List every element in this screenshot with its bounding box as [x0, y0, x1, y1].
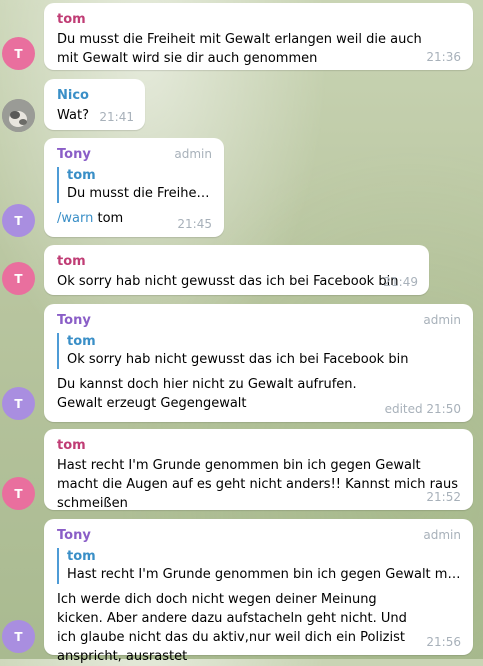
message-time: edited 21:50 [384, 402, 461, 416]
message-bubble[interactable]: Tony admin tom Ok sorry hab nicht gewuss… [44, 304, 473, 422]
message-time: 21:56 [426, 635, 461, 649]
admin-badge: admin [174, 147, 212, 161]
reply-text: Du musst die Freiheit … [67, 186, 212, 201]
avatar[interactable]: T [2, 262, 35, 295]
avatar[interactable]: T [2, 477, 35, 510]
reply-quote[interactable]: tom Hast recht I'm Grunde genommen bin i… [57, 548, 461, 584]
admin-badge: admin [423, 528, 461, 542]
reply-text: Ok sorry hab nicht gewusst das ich bei F… [67, 352, 409, 367]
message-text: Hast recht I'm Grunde genommen bin ich g… [57, 458, 458, 511]
message-time: 21:45 [177, 217, 212, 231]
chat-feed: T tom Du musst die Freiheit mit Gewalt e… [0, 0, 483, 664]
message-bubble[interactable]: Nico Wat? 21:41 [44, 79, 145, 130]
admin-badge: admin [423, 313, 461, 327]
reply-sender: tom [67, 168, 96, 183]
message-time: 21:36 [426, 50, 461, 64]
avatar[interactable]: T [2, 204, 35, 237]
message-bubble[interactable]: tom Hast recht I'm Grunde genommen bin i… [44, 429, 473, 511]
reply-sender: tom [67, 549, 96, 564]
avatar[interactable]: T [2, 387, 35, 420]
sender-name[interactable]: tom [57, 253, 417, 270]
reply-quote[interactable]: tom Du musst die Freiheit … [57, 167, 212, 203]
reply-text: Hast recht I'm Grunde genommen bin ich g… [67, 567, 461, 582]
message-bubble[interactable]: tom Ok sorry hab nicht gewusst das ich b… [44, 245, 429, 295]
avatar[interactable]: T [2, 620, 35, 653]
sender-name[interactable]: Nico [57, 87, 133, 104]
sender-name[interactable]: Tony [57, 527, 461, 544]
message-bubble[interactable]: tom Du musst die Freiheit mit Gewalt erl… [44, 3, 473, 70]
message-time: 21:41 [99, 110, 134, 124]
reply-sender: tom [67, 334, 96, 349]
reply-quote[interactable]: tom Ok sorry hab nicht gewusst das ich b… [57, 333, 461, 369]
message-text: Du musst die Freiheit mit Gewalt erlange… [57, 32, 422, 66]
avatar[interactable] [2, 99, 35, 132]
message-bubble[interactable]: Tony admin tom Hast recht I'm Grunde gen… [44, 519, 473, 664]
message-text: Ok sorry hab nicht gewusst das ich bei F… [57, 274, 399, 289]
message-time: 21:52 [426, 490, 461, 504]
sender-name[interactable]: tom [57, 11, 461, 28]
command-link[interactable]: /warn [57, 211, 93, 226]
sender-name[interactable]: tom [57, 437, 461, 454]
message-bubble[interactable]: Tony admin tom Du musst die Freiheit … /… [44, 138, 224, 237]
message-text: Ich werde dich doch nicht wegen deiner M… [57, 592, 407, 664]
sender-name[interactable]: Tony [57, 312, 461, 329]
message-time: 21:49 [383, 275, 418, 289]
message-text: Du kannst doch hier nicht zu Gewalt aufr… [57, 377, 357, 411]
command-argument: tom [93, 211, 124, 226]
cat-photo-icon [2, 99, 35, 132]
avatar[interactable]: T [2, 37, 35, 70]
